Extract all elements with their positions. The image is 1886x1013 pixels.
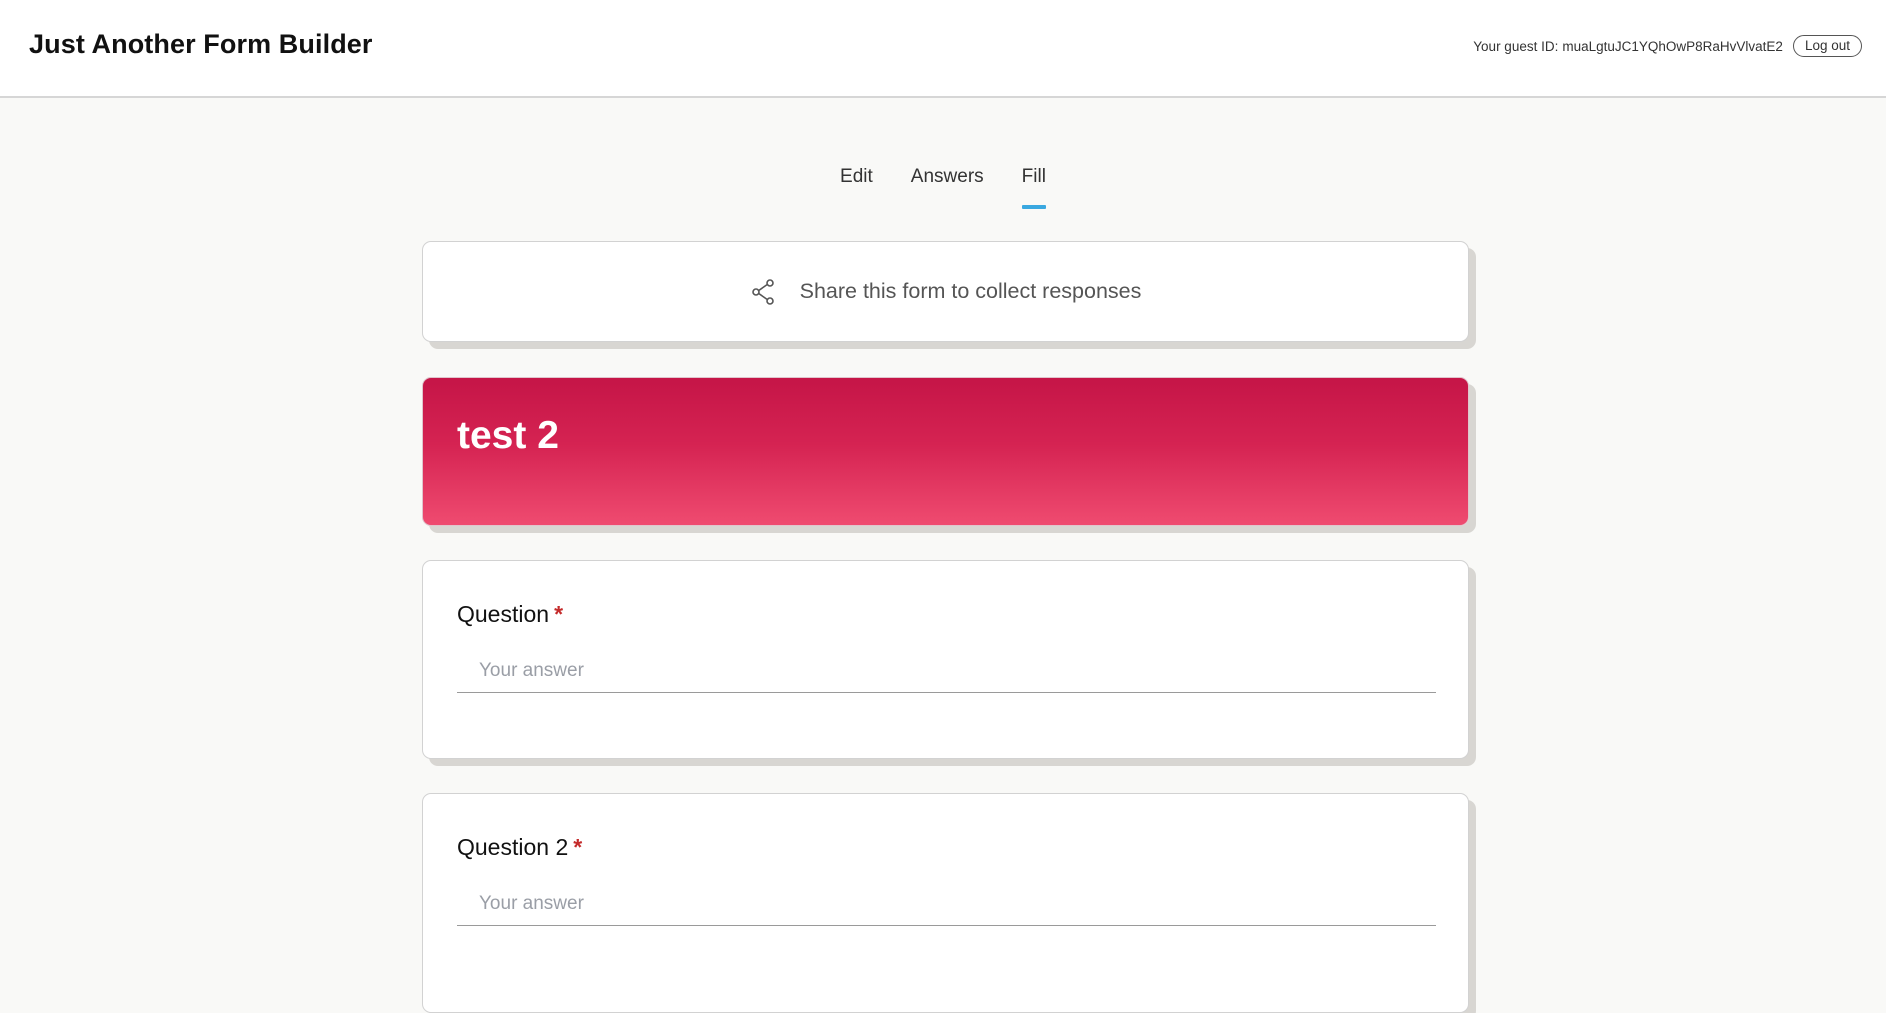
top-bar: Just Another Form Builder Your guest ID:…: [0, 0, 1886, 98]
tab-edit[interactable]: Edit: [821, 166, 892, 202]
question-label: Question 2 *: [457, 834, 582, 861]
form-header-card: test 2: [422, 377, 1469, 526]
form-tabs: Edit Answers Fill: [0, 166, 1886, 209]
required-marker: *: [554, 601, 564, 627]
guest-id-info: Your guest ID: muaLgtuJC1YQhOwP8RaHvVlva…: [1473, 39, 1783, 54]
share-form-label: Share this form to collect responses: [799, 279, 1142, 303]
question-card: Question 2 *: [422, 793, 1469, 1013]
question-label: Question *: [457, 601, 563, 628]
form-title: test 2: [457, 414, 559, 457]
share-form-button[interactable]: Share this form to collect responses: [422, 241, 1469, 342]
question-text: Question 2: [457, 834, 569, 860]
user-area: Your guest ID: muaLgtuJC1YQhOwP8RaHvVlva…: [1473, 35, 1862, 57]
answer-input[interactable]: [457, 882, 1436, 926]
question-text: Question: [457, 601, 550, 627]
required-marker: *: [573, 834, 583, 860]
guest-id-label: Your guest ID:: [1473, 38, 1559, 54]
share-icon: [750, 278, 778, 306]
tab-answers[interactable]: Answers: [892, 166, 1003, 202]
question-card: Question *: [422, 560, 1469, 759]
guest-id-value: muaLgtuJC1YQhOwP8RaHvVlvatE2: [1562, 38, 1783, 54]
logout-button[interactable]: Log out: [1792, 35, 1862, 57]
answer-input[interactable]: [457, 649, 1436, 693]
tab-fill[interactable]: Fill: [1003, 166, 1065, 209]
app-title: Just Another Form Builder: [29, 29, 373, 59]
